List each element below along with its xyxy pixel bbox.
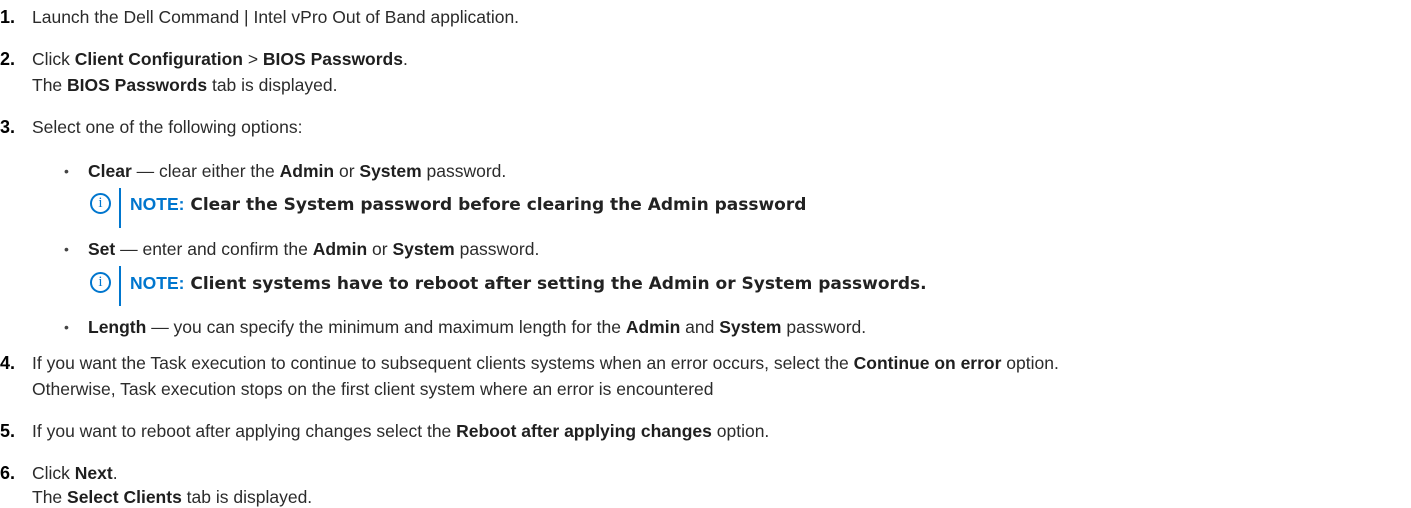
- option-clear-system: System: [359, 161, 422, 181]
- step-6-result-pre: The: [32, 487, 68, 507]
- step-number: 5.: [0, 421, 16, 441]
- step-6-post: .: [112, 463, 118, 483]
- select-clients-tab-ref: Select Clients: [67, 487, 182, 507]
- option-clear-title: Clear: [88, 161, 132, 181]
- bios-passwords-ref: BIOS Passwords: [262, 49, 403, 69]
- note-text: Client systems have to reboot after sett…: [184, 274, 927, 294]
- option-length-mid: and: [680, 317, 720, 337]
- client-configuration-ref: Client Configuration: [74, 49, 243, 69]
- option-length-system: System: [719, 317, 782, 337]
- option-length-post: password.: [781, 317, 867, 337]
- step-2-result-pre: The: [32, 75, 68, 95]
- note-label: NOTE:: [130, 273, 185, 293]
- option-set-system: System: [392, 239, 455, 259]
- step-4-text: If you want the Task execution to contin…: [32, 352, 1059, 374]
- step-3-text: Select one of the following options:: [32, 116, 302, 138]
- step-6-text: Click Next.: [32, 462, 118, 484]
- bios-passwords-tab-ref: BIOS Passwords: [67, 75, 208, 95]
- step-number: 6.: [0, 463, 16, 483]
- step-4-post: option.: [1001, 353, 1059, 373]
- option-length-pre: — you can specify the minimum and maximu…: [146, 317, 626, 337]
- bullet-icon: •: [64, 241, 69, 257]
- note-clear: NOTE: Clear the System password before c…: [130, 193, 806, 216]
- note-divider: [119, 188, 121, 228]
- step-1-label: Launch the Dell Command | Intel vPro Out…: [32, 7, 520, 27]
- step-3-label: Select one of the following options:: [32, 117, 303, 137]
- option-length: Length — you can specify the minimum and…: [88, 316, 866, 338]
- step-4-line2-text: Otherwise, Task execution stops on the f…: [32, 379, 714, 399]
- step-6-pre: Click: [32, 463, 75, 483]
- step-2-separator: >: [242, 49, 263, 69]
- step-2-pre: Click: [32, 49, 75, 69]
- option-set-mid: or: [367, 239, 393, 259]
- continue-on-error-ref: Continue on error: [853, 353, 1002, 373]
- note-label: NOTE:: [130, 194, 185, 214]
- step-2-result-post: tab is displayed.: [207, 75, 338, 95]
- option-clear: Clear — clear either the Admin or System…: [88, 160, 506, 182]
- note-divider: [119, 266, 121, 306]
- step-6-result: The Select Clients tab is displayed.: [32, 486, 312, 508]
- step-6-result-post: tab is displayed.: [181, 487, 313, 507]
- option-clear-pre: — clear either the: [131, 161, 280, 181]
- note-text: Clear the System password before clearin…: [184, 195, 807, 215]
- option-set-admin: Admin: [312, 239, 368, 259]
- step-number: 3.: [0, 117, 16, 137]
- option-length-admin: Admin: [625, 317, 681, 337]
- step-4-line2: Otherwise, Task execution stops on the f…: [32, 378, 714, 400]
- step-5-pre: If you want to reboot after applying cha…: [32, 421, 457, 441]
- step-number: 1.: [0, 7, 16, 27]
- option-clear-mid: or: [334, 161, 360, 181]
- step-5-post: option.: [711, 421, 770, 441]
- option-length-title: Length: [88, 317, 147, 337]
- reboot-after-applying-ref: Reboot after applying changes: [456, 421, 712, 441]
- step-number: 4.: [0, 353, 16, 373]
- option-set-title: Set: [88, 239, 116, 259]
- note-set: NOTE: Client systems have to reboot afte…: [130, 272, 927, 295]
- next-ref: Next: [74, 463, 113, 483]
- info-icon: i: [90, 272, 111, 293]
- step-number: 2.: [0, 49, 16, 69]
- info-icon: i: [90, 193, 111, 214]
- option-set-pre: — enter and confirm the: [115, 239, 313, 259]
- step-5-text: If you want to reboot after applying cha…: [32, 420, 769, 442]
- bullet-icon: •: [64, 163, 69, 179]
- step-2-text: Click Client Configuration > BIOS Passwo…: [32, 48, 408, 70]
- option-clear-post: password.: [421, 161, 507, 181]
- option-set: Set — enter and confirm the Admin or Sys…: [88, 238, 539, 260]
- step-2-post: .: [402, 49, 408, 69]
- option-set-post: password.: [454, 239, 540, 259]
- step-1-text: Launch the Dell Command | Intel vPro Out…: [32, 6, 519, 28]
- step-2-result: The BIOS Passwords tab is displayed.: [32, 74, 337, 96]
- step-4-pre: If you want the Task execution to contin…: [32, 353, 854, 373]
- option-clear-admin: Admin: [279, 161, 335, 181]
- bullet-icon: •: [64, 319, 69, 335]
